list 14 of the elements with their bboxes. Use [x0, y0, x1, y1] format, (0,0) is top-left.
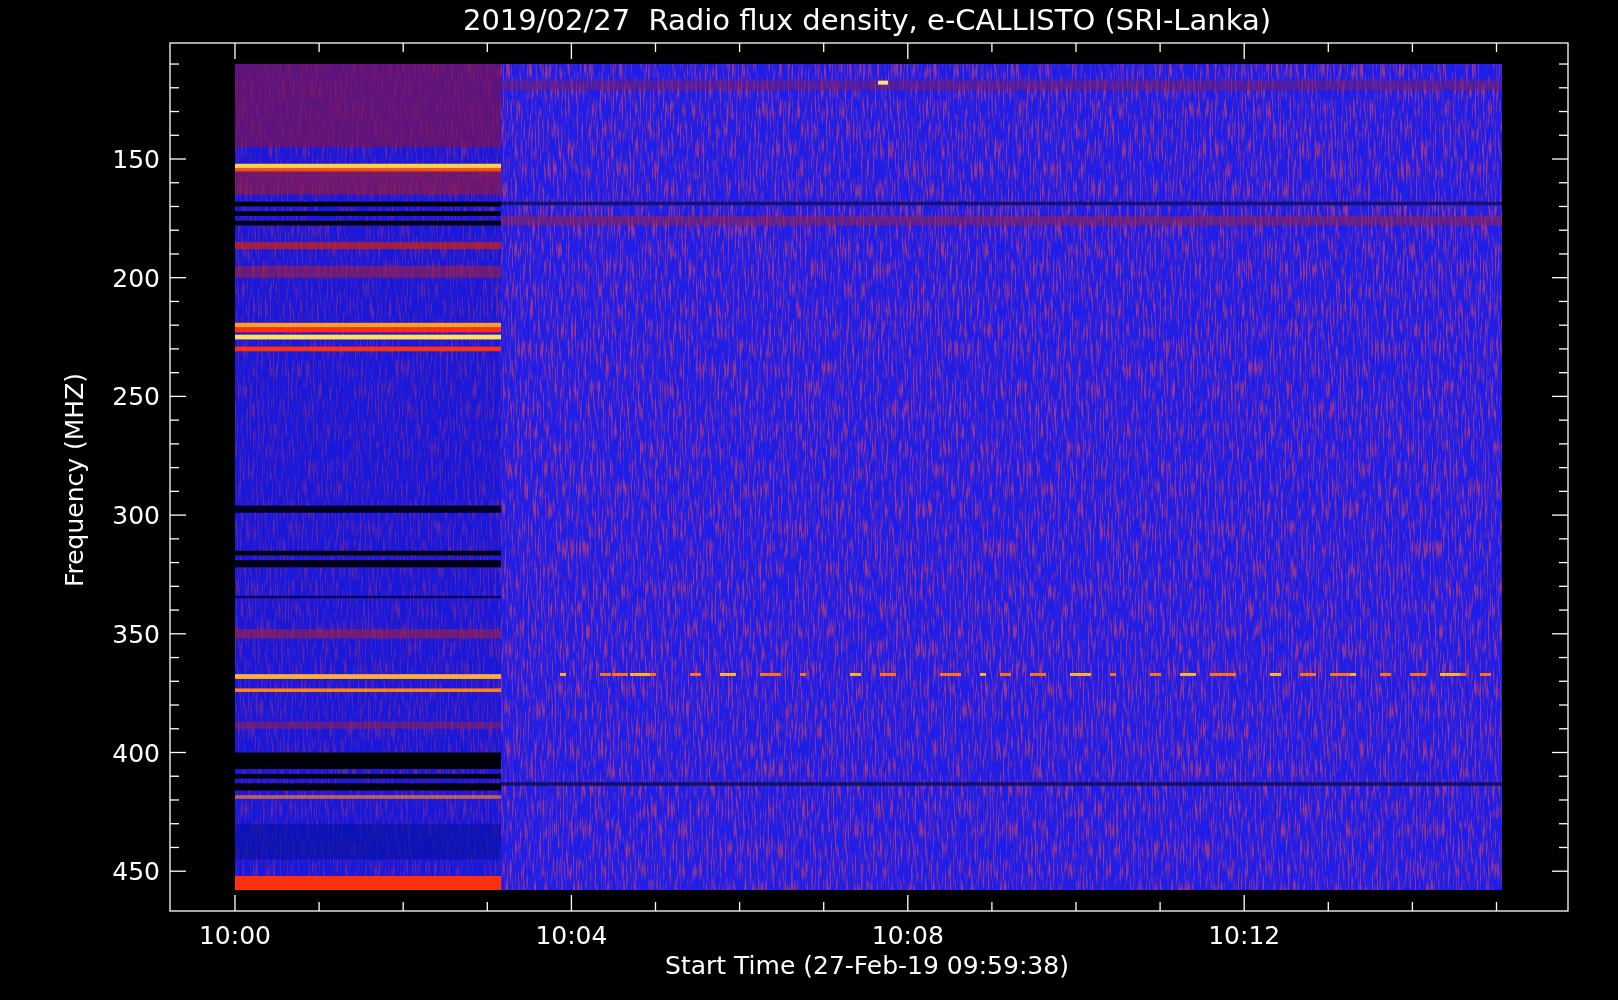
y-tick-label: 300 [112, 501, 160, 531]
y-axis-title: Frequency (MHZ) [60, 372, 89, 588]
y-tick-label: 350 [112, 619, 160, 649]
x-axis-title: Start Time (27-Feb-19 09:59:38) [665, 951, 1069, 980]
y-tick-label: 400 [112, 738, 160, 768]
plot-title: 2019/02/27 Radio flux density, e-CALLISTO (SRI-Lanka) [462, 3, 1272, 37]
y-tick-label: 450 [112, 857, 160, 887]
x-tick-label: 10:12 [1208, 921, 1281, 950]
x-tick-label: 10:00 [199, 921, 271, 950]
y-tick-label: 250 [112, 382, 160, 412]
x-tick-label: 10:08 [871, 921, 944, 950]
y-tick-label: 200 [112, 263, 160, 293]
y-tick-label: 150 [112, 145, 160, 174]
x-tick-label: 10:04 [535, 921, 608, 950]
